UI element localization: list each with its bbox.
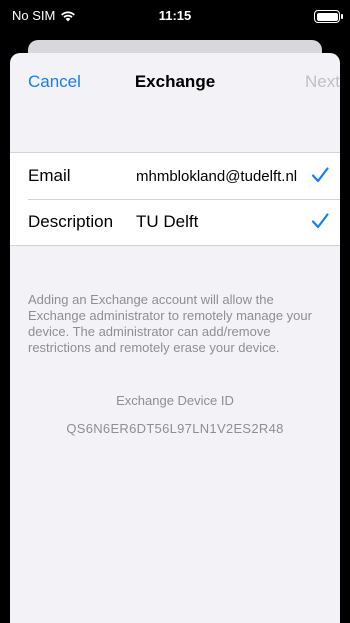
next-button[interactable]: Next: [305, 72, 340, 92]
email-field[interactable]: mhmblokland@tudelft.nl: [136, 168, 308, 185]
device-id-value: QS6N6ER6DT56L97LN1V2ES2R48: [66, 421, 284, 436]
description-field[interactable]: TU Delft: [136, 212, 198, 232]
battery-level: [316, 12, 338, 21]
description-label: Description: [28, 212, 114, 231]
page-title: Exchange: [134, 72, 216, 91]
email-row[interactable]: Email mhmblokland@tudelft.nl: [10, 153, 340, 199]
device-id-label: Exchange Device ID: [116, 393, 234, 408]
navigation-bar: Cancel Exchange Next: [10, 53, 340, 115]
email-label: Email: [28, 166, 71, 185]
account-form: Email mhmblokland@tudelft.nl Description…: [10, 152, 340, 246]
description-row[interactable]: Description TU Delft: [10, 199, 340, 245]
exchange-info-text: Adding an Exchange account will allow th…: [28, 292, 312, 355]
clock: 11:15: [158, 8, 192, 23]
checkmark-icon: [311, 167, 329, 183]
battery-icon: [314, 10, 343, 23]
exchange-sheet: Cancel Exchange Next Email mhmblokland@t…: [10, 53, 340, 623]
checkmark-icon: [311, 213, 329, 229]
status-bar: No SIM 11:15: [0, 0, 350, 36]
